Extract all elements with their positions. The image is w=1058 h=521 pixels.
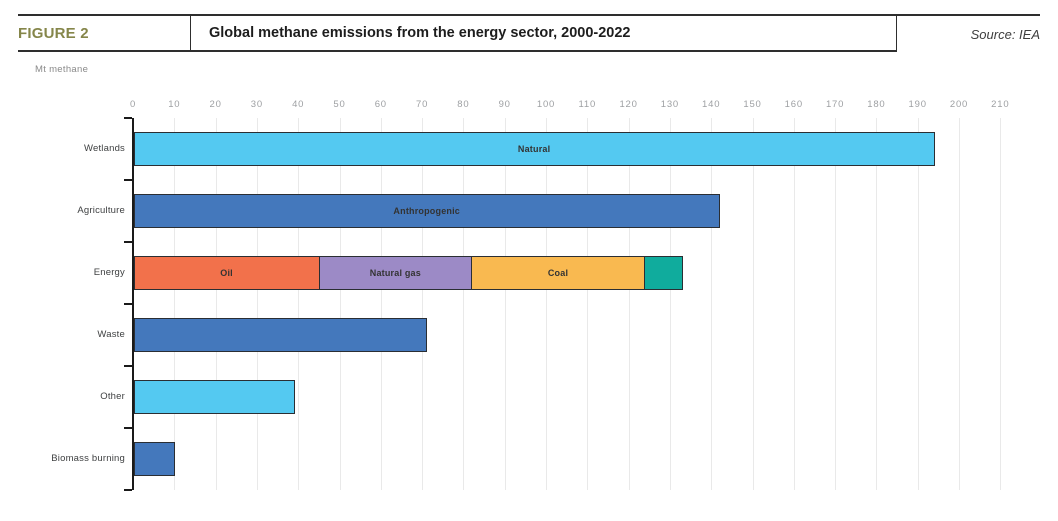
x-tick-label: 70 [416,99,428,110]
gridline [711,118,712,490]
bar-segment [135,319,426,351]
category-label: Waste [0,329,125,340]
gridline [216,118,217,490]
x-tick-label: 160 [785,99,803,110]
bar-segment-natural-gas: Natural gas [319,257,471,289]
bar-segment [135,443,174,475]
bar-row: Anthropogenic [134,194,720,228]
gridline [1000,118,1001,490]
x-tick-label: 150 [743,99,761,110]
x-tick-label: 200 [950,99,968,110]
bar-row [134,318,427,352]
gridline [670,118,671,490]
bar-segment-anthropogenic: Anthropogenic [135,195,719,227]
bar-chart: 0 10 20 30 40 50 60 70 80 90 100 110 120 130 140 150 160… [0,0,1058,521]
gridline [381,118,382,490]
x-tick-label: 140 [702,99,720,110]
bar-segment [644,257,682,289]
gridline [959,118,960,490]
y-axis-tick [124,427,132,429]
figure-card: FIGURE 2 Global methane emissions from t… [0,0,1058,521]
bar-segment-coal: Coal [471,257,644,289]
x-tick-label: 90 [499,99,511,110]
gridline [876,118,877,490]
x-tick-label: 30 [251,99,263,110]
gridline [587,118,588,490]
x-tick-label: 120 [619,99,637,110]
x-tick-label: 10 [168,99,180,110]
gridline [298,118,299,490]
bar-row: Natural [134,132,935,166]
category-label: Wetlands [0,143,125,154]
bar-row [134,442,175,476]
y-axis-line [132,118,134,490]
gridline [918,118,919,490]
gridline [753,118,754,490]
bar-segment [135,381,294,413]
y-axis-tick [124,303,132,305]
x-tick-label: 130 [661,99,679,110]
category-label: Energy [0,267,125,278]
x-tick-label: 210 [991,99,1009,110]
y-axis-tick [124,117,132,119]
y-axis-tick [124,365,132,367]
gridline [257,118,258,490]
y-axis-tick [124,489,132,491]
x-tick-label: 110 [579,99,597,110]
bar-segment-natural: Natural [135,133,934,165]
x-tick-label: 190 [909,99,927,110]
category-label: Other [0,391,125,402]
x-tick-label: 0 [130,99,136,110]
x-tick-label: 80 [457,99,469,110]
x-tick-label: 180 [867,99,885,110]
gridline [835,118,836,490]
x-tick-label: 50 [333,99,345,110]
gridline [422,118,423,490]
y-axis-tick [124,241,132,243]
bar-row [134,380,295,414]
gridline [174,118,175,490]
category-label: Agriculture [0,205,125,216]
gridline [546,118,547,490]
x-tick-label: 170 [826,99,844,110]
x-tick-label: 40 [292,99,304,110]
x-tick-label: 20 [210,99,222,110]
y-axis-tick [124,179,132,181]
x-tick-label: 100 [537,99,555,110]
bar-segment-oil: Oil [135,257,319,289]
gridline [463,118,464,490]
bar-row: OilNatural gasCoal [134,256,683,290]
gridline [794,118,795,490]
x-tick-label: 60 [375,99,387,110]
gridline [629,118,630,490]
category-label: Biomass burning [0,453,125,464]
gridline [505,118,506,490]
gridline [340,118,341,490]
